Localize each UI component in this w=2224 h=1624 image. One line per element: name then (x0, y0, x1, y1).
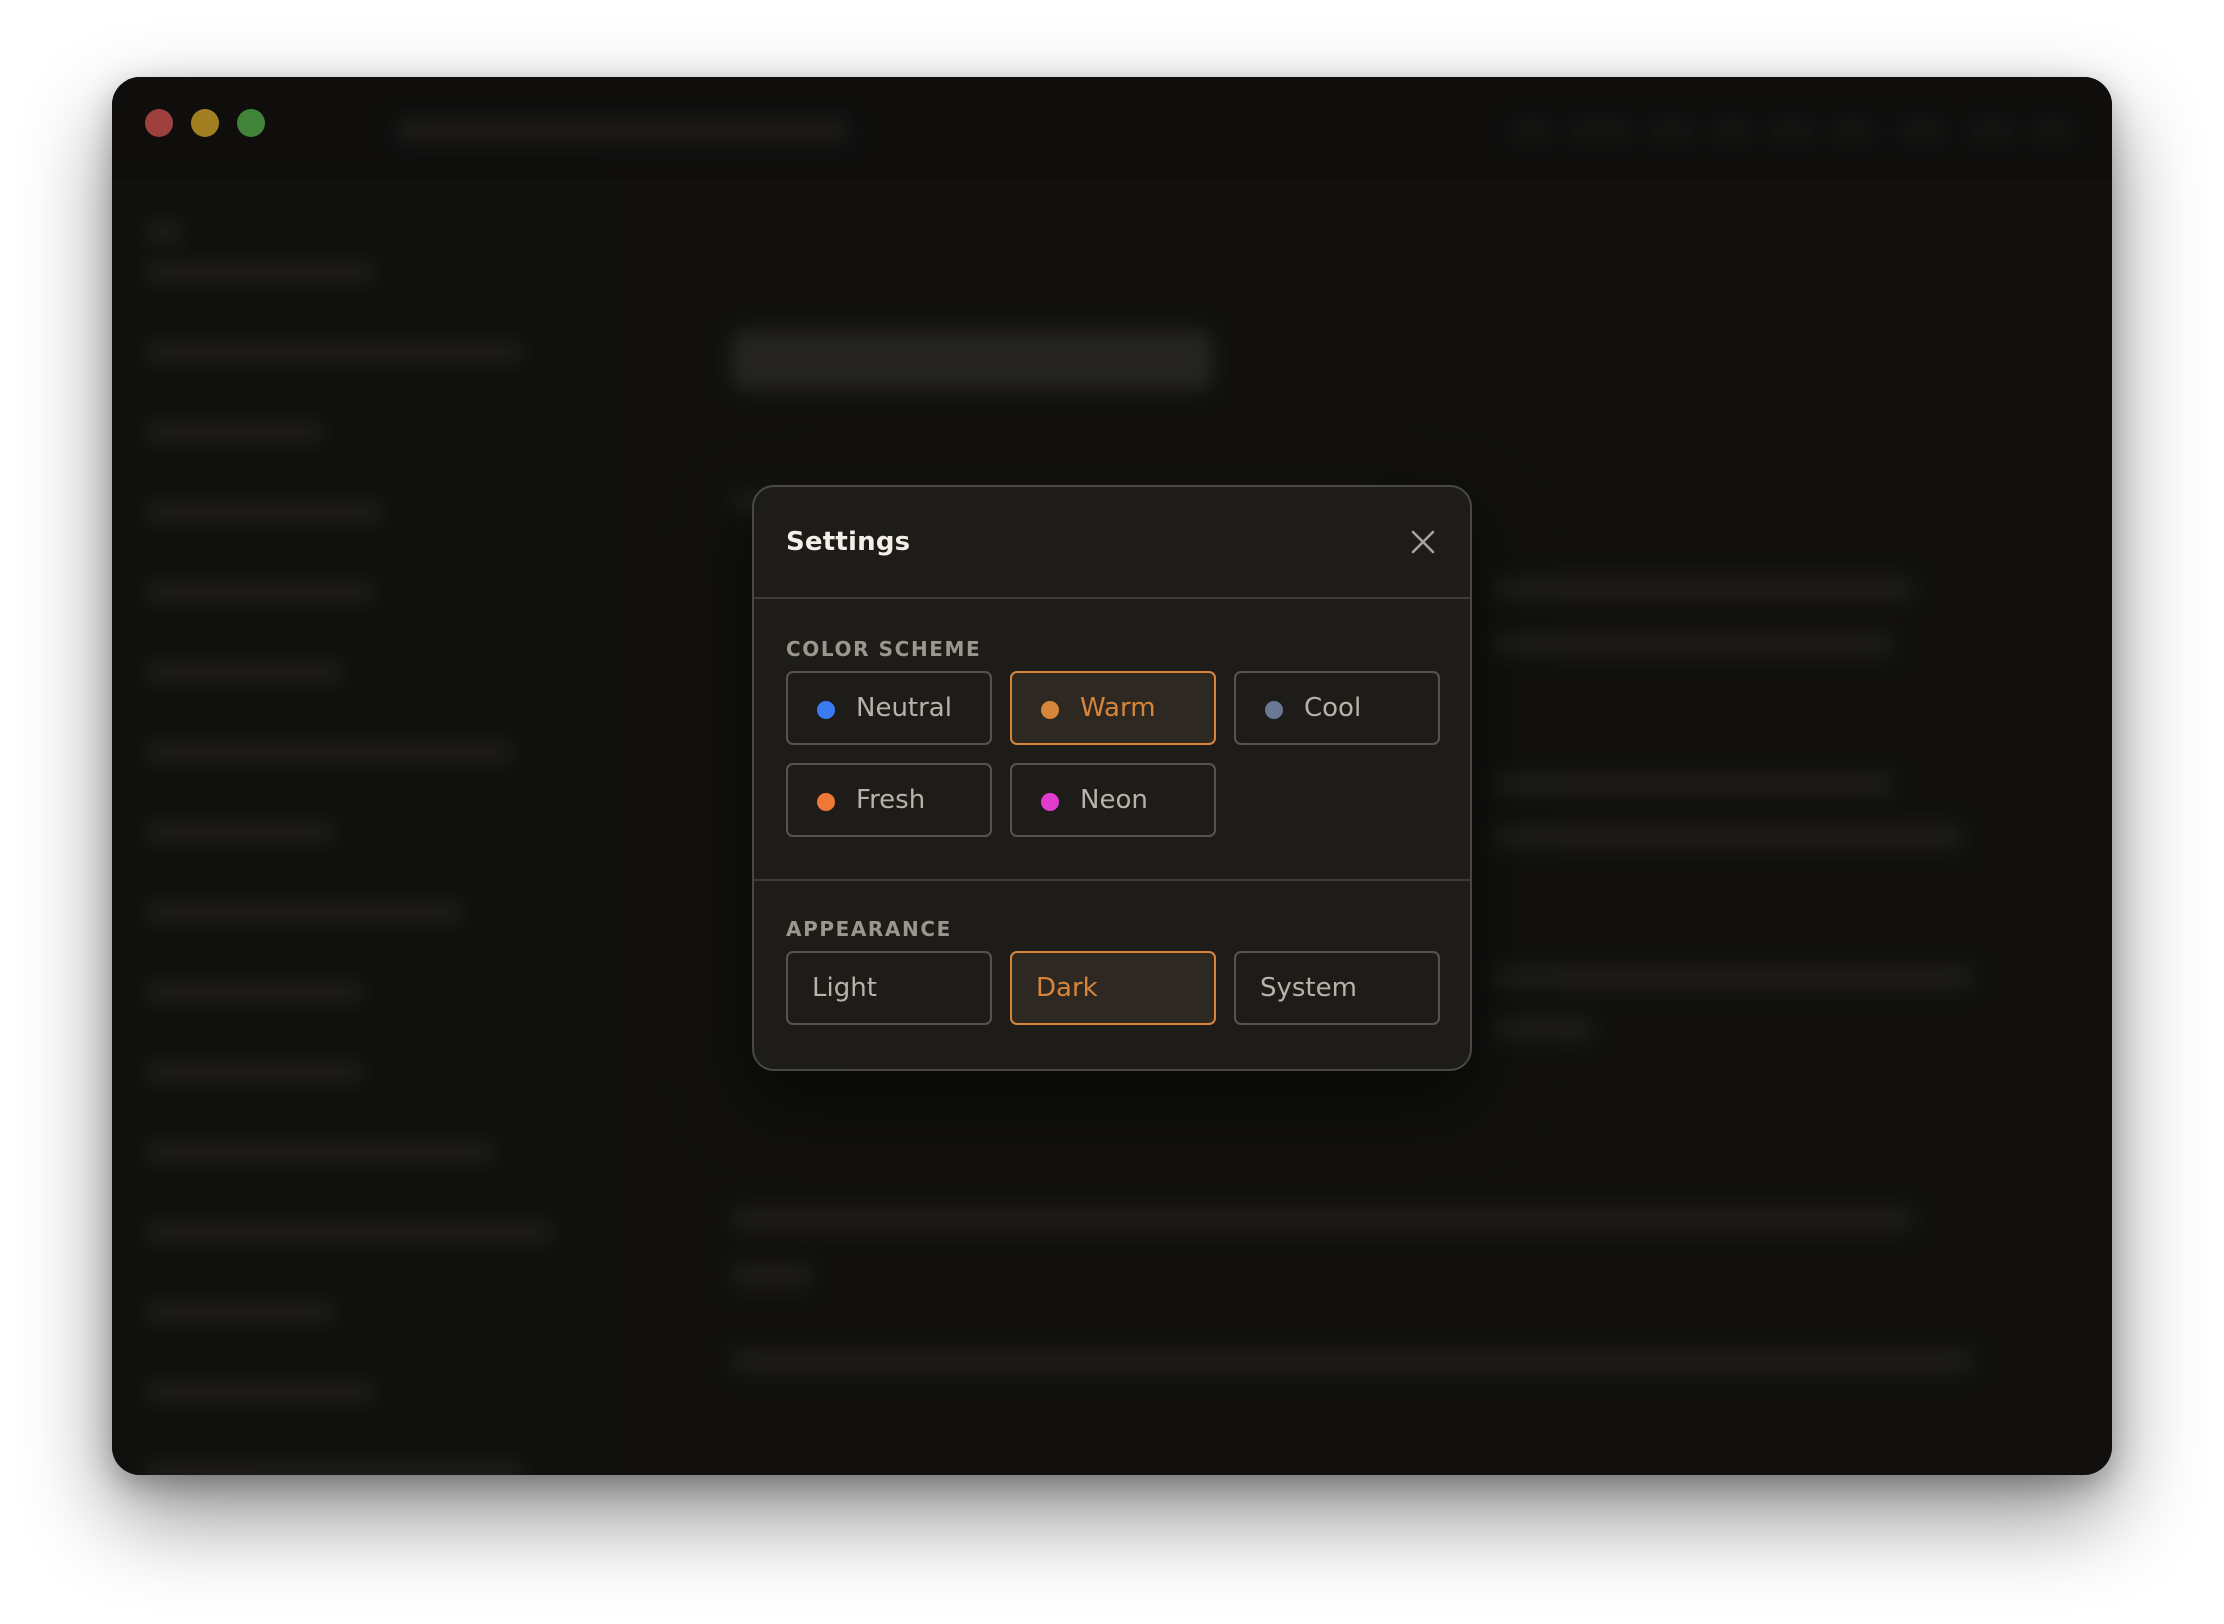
appearance-option-dark[interactable]: Dark (1010, 951, 1216, 1025)
color-dot-icon (817, 701, 835, 719)
settings-dialog: Settings COLOR SCHEME Neutral Warm Cool (752, 485, 1472, 1071)
color-scheme-option-neutral[interactable]: Neutral (786, 671, 992, 745)
appearance-option-light[interactable]: Light (786, 951, 992, 1025)
option-label: Cool (1304, 693, 1362, 723)
close-icon (1411, 530, 1435, 554)
color-scheme-option-cool[interactable]: Cool (1234, 671, 1440, 745)
color-dot-icon (1041, 793, 1059, 811)
color-dot-icon (1265, 701, 1283, 719)
option-label: Neutral (856, 693, 952, 723)
color-scheme-section: COLOR SCHEME Neutral Warm Cool Fresh Neo… (754, 599, 1470, 881)
color-scheme-option-neon[interactable]: Neon (1010, 763, 1216, 837)
option-label: Fresh (856, 785, 926, 815)
appearance-heading: APPEARANCE (786, 917, 952, 941)
color-scheme-heading: COLOR SCHEME (786, 637, 982, 661)
color-scheme-option-warm[interactable]: Warm (1010, 671, 1216, 745)
app-window: Settings COLOR SCHEME Neutral Warm Cool (112, 77, 2112, 1475)
color-dot-icon (817, 793, 835, 811)
option-label: System (1260, 973, 1357, 1003)
color-dot-icon (1041, 701, 1059, 719)
close-button[interactable] (1406, 525, 1440, 559)
option-label: Neon (1080, 785, 1148, 815)
color-scheme-option-fresh[interactable]: Fresh (786, 763, 992, 837)
option-label: Warm (1080, 693, 1156, 723)
option-label: Dark (1036, 973, 1098, 1003)
appearance-option-system[interactable]: System (1234, 951, 1440, 1025)
appearance-section: APPEARANCE Light Dark System (754, 881, 1470, 1071)
dialog-header: Settings (754, 487, 1470, 599)
dialog-title: Settings (786, 527, 911, 557)
option-label: Light (812, 973, 877, 1003)
